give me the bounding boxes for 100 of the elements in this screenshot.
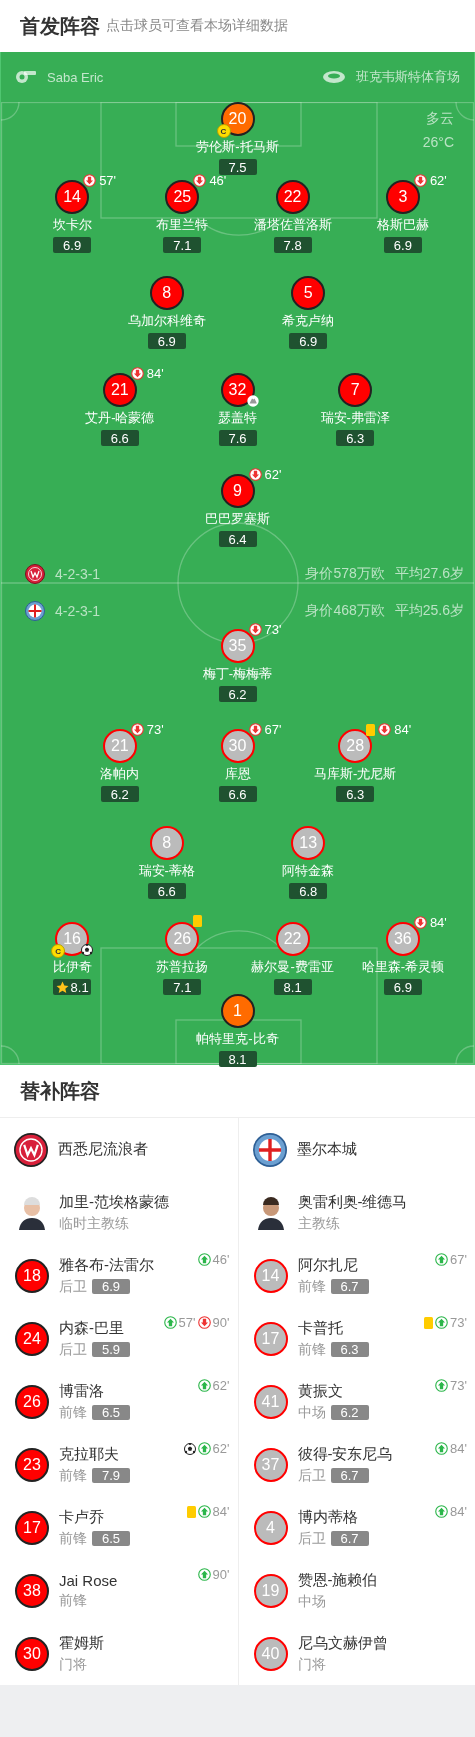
shirt-number[interactable]: 1	[220, 994, 255, 1028]
player-name: 博雷洛	[59, 1381, 105, 1401]
event-minute: 67'	[264, 722, 282, 737]
substitute-row[interactable]: 37 彼得-安东尼乌 后卫 6.7 84'	[238, 1433, 475, 1496]
substitute-row[interactable]: 14 阿尔扎尼 前锋 6.7 67'	[238, 1244, 475, 1307]
player-name: 坎卡尔	[52, 216, 92, 234]
star-icon	[55, 980, 69, 994]
player-name: 瑟盖特	[218, 409, 257, 427]
player-rating: 7.8	[273, 237, 312, 253]
substitution-out-icon	[248, 468, 262, 481]
shirt-number: 38	[15, 1573, 49, 1608]
event-minute: 84'	[450, 1504, 467, 1519]
shirt-number[interactable]: 32	[220, 373, 255, 407]
player-rating: 6.6	[100, 430, 139, 446]
substitute-row[interactable]: 24 内森-巴里 后卫 5.9 57' 90'	[0, 1307, 238, 1370]
player-rating: 6.8	[289, 883, 328, 899]
event-minute: 84'	[212, 1504, 230, 1519]
player-rating: 7.1	[163, 979, 202, 995]
team-name: 墨尔本城	[296, 1140, 357, 1159]
player-position: 后卫	[297, 1466, 326, 1485]
player-position: 前锋	[59, 1591, 87, 1610]
player-name: 霍姆斯	[59, 1633, 104, 1653]
player-rating: 6.9	[383, 979, 422, 995]
player-rating: 8.1	[53, 979, 92, 995]
event-minute: 90'	[212, 1567, 230, 1582]
booking-card-icon	[366, 723, 376, 736]
booking-card-icon	[193, 915, 203, 927]
substitute-row[interactable]: 40 尼乌文赫伊曾 门将	[238, 1622, 475, 1685]
substitute-row[interactable]: 17 卡卢乔 前锋 6.5 84'	[0, 1496, 238, 1559]
shirt-number[interactable]: 25	[165, 180, 200, 214]
player-name: 洛帕内	[100, 765, 140, 783]
substitution-out-icon	[248, 623, 262, 636]
event-minute: 57'	[99, 173, 117, 188]
player-position: 前锋	[297, 1340, 326, 1359]
substitution-in-icon	[197, 1568, 211, 1581]
substitution-in-icon	[435, 1253, 449, 1266]
substitute-row[interactable]: 38 Jai Rose 前锋 90'	[0, 1559, 238, 1622]
section-title: 首发阵容	[20, 13, 100, 39]
event-minute: 73'	[146, 722, 164, 737]
player-position: 中场	[297, 1403, 326, 1422]
shirt-number: 41	[253, 1384, 288, 1419]
substitute-row[interactable]: 23 克拉耶夫 前锋 7.9 62'	[0, 1433, 238, 1496]
event-minute: 84'	[394, 722, 412, 737]
player-name: 博内蒂格	[297, 1507, 359, 1527]
player-name: 瑞安-蒂格	[138, 862, 195, 880]
shirt-number[interactable]: 5	[291, 276, 326, 310]
player-name: 乌加尔科维奇	[127, 312, 206, 330]
player-rating: 6.7	[330, 1531, 369, 1546]
player-name: 劳伦斯-托马斯	[196, 138, 279, 156]
substitute-row[interactable]: 18 雅各布-法雷尔 后卫 6.9 46'	[0, 1244, 238, 1307]
formation: 4-2-3-1	[55, 565, 101, 582]
average-age: 平均25.6岁	[394, 601, 464, 620]
player-name: 赫尔曼-费雷亚	[251, 958, 334, 976]
shirt-number[interactable]: 7	[338, 373, 373, 407]
player-name: 布里兰特	[156, 216, 209, 234]
player-rating: 7.9	[92, 1468, 130, 1483]
player-rating: 6.9	[92, 1279, 130, 1294]
player-position: 门将	[59, 1655, 87, 1674]
player-rating: 6.2	[100, 786, 139, 802]
substitute-row[interactable]: 41 黄振文 中场 6.2 73'	[238, 1370, 475, 1433]
player-name: 瑞安-弗雷泽	[320, 409, 390, 427]
player-name: 帕特里克-比奇	[196, 1030, 279, 1048]
substitute-row[interactable]: 19 赞恩-施赖伯 中场	[238, 1559, 475, 1622]
player-name: 克拉耶夫	[59, 1444, 120, 1464]
event-minute: 62'	[212, 1441, 230, 1456]
player-rating: 7.6	[218, 430, 257, 446]
substitute-row[interactable]: 30 霍姆斯 门将	[0, 1622, 238, 1685]
player-name: Jai Rose	[59, 1571, 118, 1589]
substitute-row[interactable]: 17 卡普托 前锋 6.3 73'	[238, 1307, 475, 1370]
player-name: 艾丹-哈蒙德	[85, 409, 155, 427]
player-name: 巴巴罗塞斯	[205, 510, 270, 528]
player-name: 尼乌文赫伊曾	[297, 1633, 388, 1653]
shirt-number[interactable]: 8	[149, 276, 184, 310]
squad-value: 身价468万欧	[305, 601, 385, 620]
player-rating: 6.2	[330, 1405, 369, 1420]
player-rating: 6.7	[330, 1468, 369, 1483]
player-name: 库恩	[224, 765, 251, 783]
substitute-row[interactable]: 4 博内蒂格 后卫 6.7 84'	[238, 1496, 475, 1559]
event-minute: 62'	[212, 1378, 230, 1393]
player-position: 后卫	[59, 1340, 87, 1359]
event-minute: 46'	[209, 173, 227, 188]
substitution-in-icon	[435, 1316, 449, 1329]
substitution-in-icon	[435, 1379, 449, 1392]
substitute-row[interactable]: 26 博雷洛 前锋 6.5 62'	[0, 1370, 238, 1433]
player-rating: 6.7	[330, 1279, 369, 1294]
event-minute: 84'	[450, 1441, 467, 1456]
captain-badge: C	[51, 944, 66, 958]
shirt-number[interactable]: 3	[385, 180, 420, 214]
player-name: 哈里森-希灵顿	[361, 958, 445, 976]
shirt-number[interactable]: 21	[102, 373, 137, 407]
shirt-number[interactable]: 14	[55, 180, 90, 214]
player-name: 阿特金森	[282, 862, 335, 880]
substitution-out-icon	[197, 1316, 211, 1329]
player-rating: 8.1	[218, 1051, 257, 1067]
substitution-in-icon	[163, 1316, 177, 1329]
shirt-number[interactable]: 22	[275, 180, 310, 214]
substitution-in-icon	[197, 1379, 211, 1392]
player-rating: 6.2	[218, 686, 257, 702]
shirt-number: 37	[253, 1447, 288, 1482]
shirt-number[interactable]: 9	[220, 474, 255, 508]
